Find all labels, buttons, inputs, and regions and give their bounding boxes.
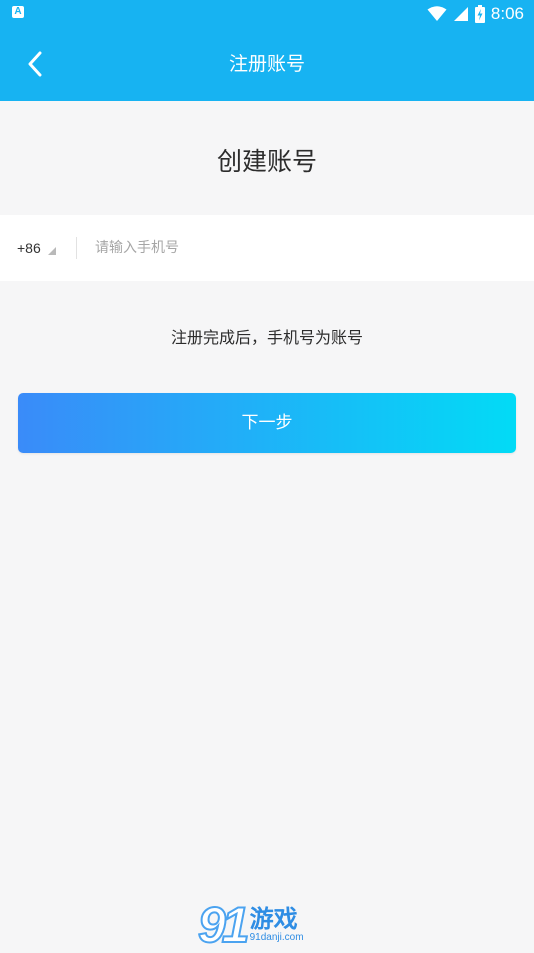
battery-charging-icon [474,5,485,23]
app-notification-icon: A [12,6,24,18]
country-code-selector[interactable]: +86 [17,215,57,281]
watermark-text-group: 游戏 91danji.com [250,906,304,944]
watermark-number: 91 [197,897,251,953]
page-title: 注册账号 [228,53,305,75]
country-code-label: +86 [17,240,41,256]
status-bar: A 8:06 [0,0,534,28]
app-bar: 注册账号 [0,28,534,101]
create-account-heading: 创建账号 [216,147,317,176]
watermark-url: 91danji.com [249,932,304,943]
account-hint-text: 注册完成后，手机号为账号 [170,328,363,347]
phone-input-row: +86 [0,215,534,281]
field-divider [76,237,77,259]
wifi-icon [427,6,447,21]
watermark-logo: 91 游戏 91danji.com [197,893,338,953]
status-time: 8:06 [490,4,524,23]
status-indicators: 8:06 [427,0,524,28]
signal-icon [453,7,468,21]
watermark-brand: 游戏 [249,905,298,933]
dropdown-triangle-icon [47,247,56,255]
phone-number-input[interactable] [95,233,515,263]
next-step-button[interactable]: 下一步 [18,393,516,453]
